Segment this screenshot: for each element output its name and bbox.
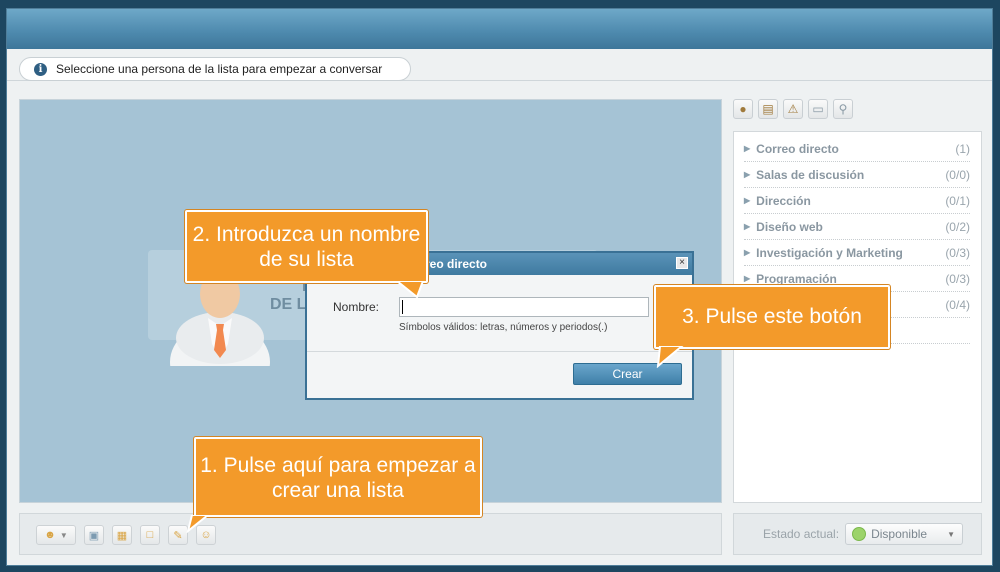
- list-item-count: (0/2): [945, 219, 970, 234]
- list-item[interactable]: ▶ Correo directo (1): [744, 136, 970, 162]
- available-status-icon: [852, 527, 867, 541]
- list-item[interactable]: ▶ Salas de discusión (0/0): [744, 162, 970, 188]
- list-item-label: Salas de discusión: [756, 167, 865, 182]
- dialog-divider: [307, 351, 692, 352]
- list-item-label: Diseño web: [756, 219, 823, 234]
- message-toolbar: ☻ ▼ ▣ ▦ □ ✎ ☺: [19, 513, 722, 555]
- expand-arrow-icon: ▶: [744, 274, 751, 283]
- smiley-icon[interactable]: ☻ ▼: [36, 525, 76, 545]
- info-bar: i Seleccione una persona de la lista par…: [19, 57, 411, 81]
- status-value: Disponible: [871, 527, 928, 541]
- list-item-count: (0/0): [945, 167, 970, 182]
- chat-bubble-icon[interactable]: ▭: [808, 99, 828, 119]
- list-item-label: Programación: [756, 271, 837, 286]
- list-item-count: (1): [955, 141, 970, 156]
- clipboard-icon[interactable]: ▤: [758, 99, 778, 119]
- document-icon[interactable]: □: [140, 525, 160, 545]
- title-bar: [7, 9, 992, 49]
- list-item-count: (0/1): [945, 193, 970, 208]
- save-icon[interactable]: ▣: [84, 525, 104, 545]
- expand-arrow-icon: ▶: [744, 196, 751, 205]
- list-item[interactable]: ▶ Diseño web (0/2): [744, 214, 970, 240]
- list-item[interactable]: ▶ Dirección (0/1): [744, 188, 970, 214]
- callout-step-2-pointer: [395, 281, 425, 299]
- app-frame: i Seleccione una persona de la lista par…: [0, 0, 1000, 572]
- list-item-count: (0/3): [945, 271, 970, 286]
- callout-step-2: 2. Introduzca un nombre de su lista: [185, 210, 428, 283]
- callout-step-3: 3. Pulse este botón: [654, 285, 890, 349]
- name-label: Nombre:: [333, 300, 380, 314]
- expand-arrow-icon: ▶: [744, 222, 751, 231]
- expand-arrow-icon: ▶: [744, 144, 751, 153]
- list-item-count: (0/3): [945, 245, 970, 260]
- status-dropdown[interactable]: Disponible ▼: [845, 523, 964, 545]
- callout-step-1-pointer: [186, 515, 210, 533]
- background-text-2: DE L: [270, 296, 307, 313]
- list-item[interactable]: ▶ Investigación y Marketing (0/3): [744, 240, 970, 266]
- callout-step-3-pointer: [656, 346, 684, 368]
- list-item-count: (0/4): [945, 297, 970, 312]
- status-bar: Estado actual: Disponible ▼: [733, 513, 982, 555]
- dialog-title: reo directo: [425, 257, 488, 271]
- callout-step-1: 1. Pulse aquí para empezar a crear una l…: [194, 437, 482, 517]
- text-caret: [402, 300, 403, 314]
- close-icon[interactable]: ×: [676, 257, 688, 269]
- name-hint: Símbolos válidos: letras, números y peri…: [399, 322, 608, 333]
- contacts-toolbar: ● ▤ ⚠ ▭ ⚲: [733, 99, 853, 119]
- calendar-icon[interactable]: ▦: [112, 525, 132, 545]
- create-list-icon[interactable]: ✎: [168, 525, 188, 545]
- contact-icon[interactable]: ●: [733, 99, 753, 119]
- expand-arrow-icon: ▶: [744, 170, 751, 179]
- chevron-down-icon: ▼: [947, 529, 956, 539]
- expand-arrow-icon: ▶: [744, 248, 751, 257]
- search-icon[interactable]: ⚲: [833, 99, 853, 119]
- list-item-label: Correo directo: [756, 141, 839, 156]
- info-text: Seleccione una persona de la lista para …: [56, 62, 383, 76]
- list-item-label: Investigación y Marketing: [756, 245, 903, 260]
- alert-icon[interactable]: ⚠: [783, 99, 803, 119]
- list-name-input[interactable]: [399, 297, 649, 317]
- list-item-label: Dirección: [756, 193, 811, 208]
- status-label: Estado actual:: [763, 527, 840, 541]
- info-icon: i: [34, 62, 47, 76]
